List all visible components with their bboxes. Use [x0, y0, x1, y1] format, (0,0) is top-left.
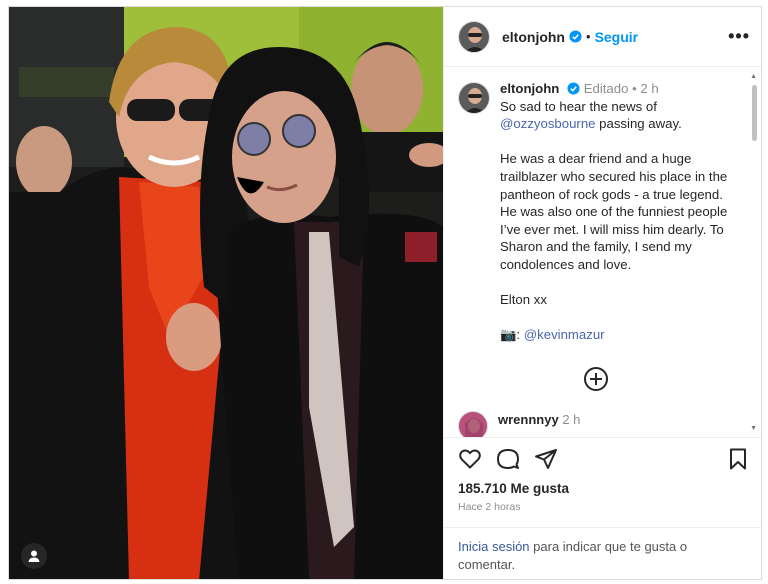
caption-time[interactable]: 2 h: [640, 81, 658, 96]
caption-paragraph-line: Sharon and the family, I send my: [500, 239, 692, 255]
comment-item: wrennnyy 2 h: [458, 411, 748, 437]
caption-author-avatar[interactable]: [458, 82, 490, 114]
plus-circle-icon: [590, 373, 602, 385]
verified-badge-icon: [569, 30, 582, 43]
comment-icon[interactable]: [496, 447, 520, 471]
heart-icon[interactable]: [458, 447, 482, 471]
photo-credit-link[interactable]: @kevinmazur: [524, 327, 605, 342]
load-more-comments-button[interactable]: [584, 367, 608, 391]
scrollbar-thumb[interactable]: [752, 85, 757, 141]
user-icon: [28, 550, 40, 562]
commenter-avatar[interactable]: [458, 411, 488, 437]
action-bar: [444, 437, 761, 479]
instagram-post-embed: eltonjohn • Seguir ••• eltonjohn Editado…: [8, 6, 762, 580]
photo-illustration: [9, 7, 443, 579]
tagged-users-button[interactable]: [21, 543, 47, 569]
header-dot-separator: •: [586, 29, 591, 44]
caption-dot: •: [632, 81, 637, 96]
author-avatar[interactable]: [458, 20, 490, 53]
caption-text: eltonjohn Editado • 2 h So sad to hear t…: [500, 80, 748, 344]
caption-paragraph-line: I’ve ever met. I will miss him dearly. T…: [500, 221, 724, 237]
bookmark-icon[interactable]: [726, 447, 750, 471]
caption-paragraph-line: pantheon of rock gods - a true legend.: [500, 186, 723, 202]
caption-line-1: So sad to hear the news of: [500, 98, 657, 114]
login-prompt: Inicia sesión para indicar que te gusta …: [444, 527, 761, 579]
post-timestamp[interactable]: Hace 2 horas: [458, 501, 520, 513]
scroll-up-arrow-icon[interactable]: ▲: [750, 73, 757, 80]
author-username[interactable]: eltonjohn: [502, 29, 565, 45]
mention-link[interactable]: @ozzyosbourne: [500, 116, 596, 131]
post-caption: eltonjohn Editado • 2 h So sad to hear t…: [458, 80, 748, 344]
caption-line-2-text: passing away.: [595, 116, 682, 132]
paper-plane-icon[interactable]: [534, 447, 558, 471]
caption-paragraph-line: condolences and love.: [500, 256, 632, 272]
caption-paragraph-line: trailblazer who secured his place in the: [500, 168, 728, 184]
login-prompt-text-2: comentar.: [458, 557, 516, 572]
post-header: eltonjohn • Seguir •••: [444, 7, 761, 67]
edited-label: Editado: [583, 81, 629, 96]
comments-scroll-area[interactable]: eltonjohn Editado • 2 h So sad to hear t…: [444, 67, 761, 437]
caption-username[interactable]: eltonjohn: [500, 81, 559, 96]
post-details-pane: eltonjohn • Seguir ••• eltonjohn Editado…: [443, 7, 761, 579]
scroll-down-arrow-icon[interactable]: ▼: [750, 425, 757, 432]
comment-time: 2 h: [562, 412, 581, 427]
post-photo[interactable]: [9, 7, 443, 579]
avatar-image: [459, 21, 489, 52]
caption-signoff: Elton xx: [500, 292, 547, 308]
photo-credit-prefix: :: [516, 327, 524, 343]
caption-paragraph-line: He was also one of the funniest people: [500, 204, 728, 220]
commenter-username[interactable]: wrennnyy: [498, 412, 559, 427]
login-link[interactable]: Inicia sesión: [458, 539, 530, 554]
avatar-image: [459, 83, 489, 113]
verified-badge-icon: [567, 82, 580, 95]
comment-body: wrennnyy 2 h: [498, 411, 580, 437]
like-count[interactable]: 185.710 Me gusta: [458, 481, 569, 496]
follow-button[interactable]: Seguir: [595, 29, 639, 45]
camera-emoji-icon: 📷: [500, 327, 517, 343]
more-options-button[interactable]: •••: [728, 26, 750, 47]
login-prompt-text: para indicar que te gusta o: [529, 539, 688, 554]
caption-paragraph-line: He was a dear friend and a huge: [500, 151, 692, 167]
avatar-image: [459, 412, 487, 437]
